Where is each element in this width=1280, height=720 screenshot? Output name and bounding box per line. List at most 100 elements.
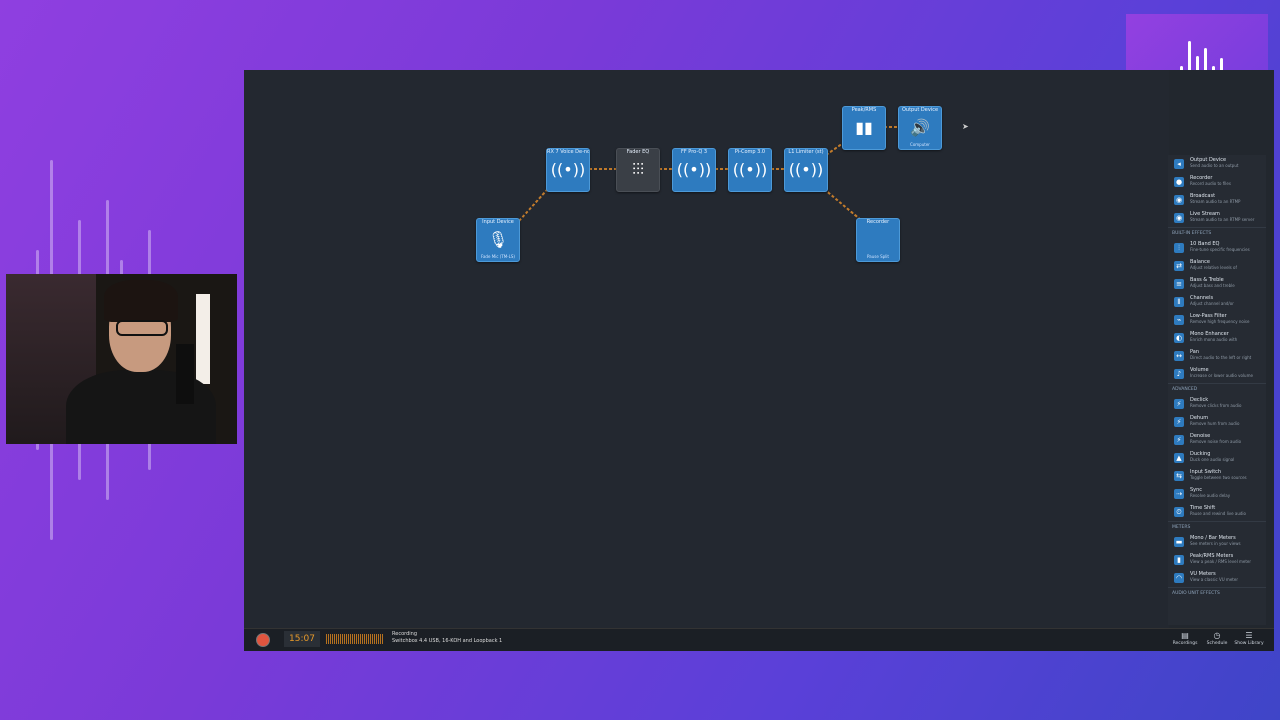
node-ffpro[interactable]: FF Pro-Q 3 ((•)) [672, 148, 716, 192]
block-icon: ⫶ [1174, 243, 1184, 253]
item-description: Remove noise from audio [1190, 439, 1242, 444]
section-advanced[interactable]: ADVANCED [1168, 383, 1266, 395]
item-description: Adjust relative levels of [1190, 265, 1237, 270]
library-item-pan[interactable]: ↔ Pan Direct audio to the left or right [1170, 347, 1264, 365]
audio-hijack-window: Input Device 🎙 Fade Mic (TM-LS) RX 7 Voice … [244, 70, 1274, 651]
connection-edge [884, 126, 898, 128]
block-icon: ♪ [1174, 369, 1184, 379]
library-item-channels[interactable]: ⫴ Channels Adjust channel and/or [1170, 293, 1264, 311]
block-icon: ▬ [1174, 537, 1184, 547]
section-audio-unit-effects[interactable]: AUDIO UNIT EFFECTS [1168, 587, 1266, 599]
block-icon: ◠ [1174, 573, 1184, 583]
item-description: Remove clicks from audio [1190, 403, 1242, 408]
library-item-live-stream[interactable]: ◉ Live Stream Stream audio to an RTMP serv… [1170, 209, 1264, 227]
connection-edge [771, 168, 785, 170]
node-title: RX 7 Voice De-noise [547, 149, 589, 155]
item-description: Duck one audio signal [1190, 457, 1235, 462]
item-description: Send audio to an output [1190, 163, 1239, 168]
bottom-status-bar: 15:07 Recording Switchbox 4.4 USB, 16-KO… [244, 628, 1274, 651]
toolbar-label: Show Library [1234, 641, 1264, 646]
meter-icon: ▮▮ [855, 118, 873, 137]
item-description: Adjust channel and/or [1190, 301, 1234, 306]
node-title: Recorder [866, 219, 890, 225]
library-item-low-pass-filter[interactable]: ⌁ Low-Pass Filter Remove high frequency no… [1170, 311, 1264, 329]
block-icon: ↔ [1174, 351, 1184, 361]
block-icon: ⇄ [1174, 261, 1184, 271]
block-icon: ◉ [1174, 213, 1184, 223]
block-icon: ◐ [1174, 333, 1184, 343]
library-item-output-device[interactable]: ◂ Output Device Send audio to an output [1170, 155, 1264, 173]
node-limiter[interactable]: L1 Limiter (st) ((•)) [784, 148, 828, 192]
library-item-denoise[interactable]: ⚡ Denoise Remove noise from audio [1170, 431, 1264, 449]
library-item-broadcast[interactable]: ◉ Broadcast Stream audio to an RTMP [1170, 191, 1264, 209]
connection-edge [825, 142, 843, 156]
record-button[interactable] [256, 633, 270, 647]
library-item-vu-meters[interactable]: ◠ VU Meters View a classic VU meter [1170, 569, 1264, 587]
node-title: Output Device [901, 107, 939, 113]
recordings-button[interactable]: ▤ Recordings [1170, 631, 1200, 649]
block-icon: ⌁ [1174, 315, 1184, 325]
library-item-dehum[interactable]: ⚡ Dehum Remove hum from audio [1170, 413, 1264, 431]
node-comp[interactable]: Pi-Comp 3.0 ((•)) [728, 148, 772, 192]
item-description: Stream audio to an RTMP server [1190, 217, 1255, 222]
node-title: Input Device [482, 219, 514, 225]
node-eq[interactable]: Fader EQ ⫶⫶⫶ [616, 148, 660, 192]
item-description: Adjust bass and treble [1190, 283, 1235, 288]
node-title: Peak/RMS [851, 107, 877, 113]
block-icon: ⚡ [1174, 417, 1184, 427]
library-item-declick[interactable]: ⚡ Declick Remove clicks from audio [1170, 395, 1264, 413]
block-icon: ⇢ [1174, 489, 1184, 499]
node-subtitle: Pause Split [867, 254, 889, 259]
block-icon: ⇆ [1174, 471, 1184, 481]
library-item-ducking[interactable]: ▲ Ducking Duck one audio signal [1170, 449, 1264, 467]
schedule-button[interactable]: ◷ Schedule [1202, 631, 1232, 649]
toolbar-label: Recordings [1172, 641, 1198, 646]
toolbar-icon: ▤ [1181, 631, 1189, 640]
node-recorder[interactable]: Recorder Pause Split [856, 218, 900, 262]
node-title: Pi-Comp 3.0 [734, 149, 766, 155]
connection-edge [715, 168, 729, 170]
node-rx7[interactable]: RX 7 Voice De-noise ((•)) [546, 148, 590, 192]
library-item-recorder[interactable]: ● Recorder Record audio to files [1170, 173, 1264, 191]
library-item-10-band-eq[interactable]: ⫶ 10 Band EQ Fine-tune specific frequencie… [1170, 239, 1264, 257]
library-item-balance[interactable]: ⇄ Balance Adjust relative levels of [1170, 257, 1264, 275]
section-built-in-effects[interactable]: BUILT-IN EFFECTS [1168, 227, 1266, 239]
item-description: View a classic VU meter [1190, 577, 1238, 582]
speaker-icon: 🔊 [910, 118, 930, 137]
library-item-volume[interactable]: ♪ Volume Increase or lower audio volume [1170, 365, 1264, 383]
item-description: Stream audio to an RTMP [1190, 199, 1241, 204]
broadcast-icon: ((•)) [550, 160, 586, 179]
node-title: L1 Limiter (st) [788, 149, 824, 155]
library-item-mono-enhancer[interactable]: ◐ Mono Enhancer Enrich mono audio with [1170, 329, 1264, 347]
node-peak[interactable]: Peak/RMS ▮▮ [842, 106, 886, 150]
item-description: Direct audio to the left or right [1190, 355, 1252, 360]
block-icon: ▮ [1174, 555, 1184, 565]
item-description: Resolve audio delay [1190, 493, 1231, 498]
recording-info: Recording Switchbox 4.4 USB, 16-KOH and … [392, 631, 502, 645]
item-description: Remove hum from audio [1190, 421, 1240, 426]
node-output[interactable]: Output Device 🔊 Computer [898, 106, 942, 150]
level-meter [326, 634, 384, 644]
library-item-sync[interactable]: ⇢ Sync Resolve audio delay [1170, 485, 1264, 503]
block-icon: ⚡ [1174, 435, 1184, 445]
node-title: FF Pro-Q 3 [680, 149, 708, 155]
webcam-overlay [6, 274, 237, 444]
library-item-bass-treble[interactable]: ≡ Bass & Treble Adjust bass and treble [1170, 275, 1264, 293]
session-canvas[interactable]: Input Device 🎙 Fade Mic (TM-LS) RX 7 Voice … [244, 70, 1169, 628]
item-description: Pause and rewind live audio [1190, 511, 1246, 516]
block-library-sidebar: ◂ Output Device Send audio to an output ● Re… [1168, 155, 1266, 625]
recording-detail: Switchbox 4.4 USB, 16-KOH and Loopback 1 [392, 638, 503, 644]
node-subtitle: Computer [910, 142, 930, 147]
block-icon: ● [1174, 177, 1184, 187]
library-item-time-shift[interactable]: ⏲ Time Shift Pause and rewind live audio [1170, 503, 1264, 521]
node-subtitle: Fade Mic (TM-LS) [481, 254, 515, 259]
library-item-input-switch[interactable]: ⇆ Input Switch Toggle between two sources [1170, 467, 1264, 485]
library-item-mono-bar-meters[interactable]: ▬ Mono / Bar Meters See meters in your vie… [1170, 533, 1264, 551]
show-library-button[interactable]: ☰ Show Library [1234, 631, 1264, 649]
item-description: Record audio to files [1190, 181, 1231, 186]
broadcast-icon: ((•)) [732, 160, 768, 179]
recording-title: Recording [392, 631, 418, 637]
node-input[interactable]: Input Device 🎙 Fade Mic (TM-LS) [476, 218, 520, 262]
section-meters[interactable]: METERS [1168, 521, 1266, 533]
library-item-peak-rms-meters[interactable]: ▮ Peak/RMS Meters View a peak / RMS level … [1170, 551, 1264, 569]
